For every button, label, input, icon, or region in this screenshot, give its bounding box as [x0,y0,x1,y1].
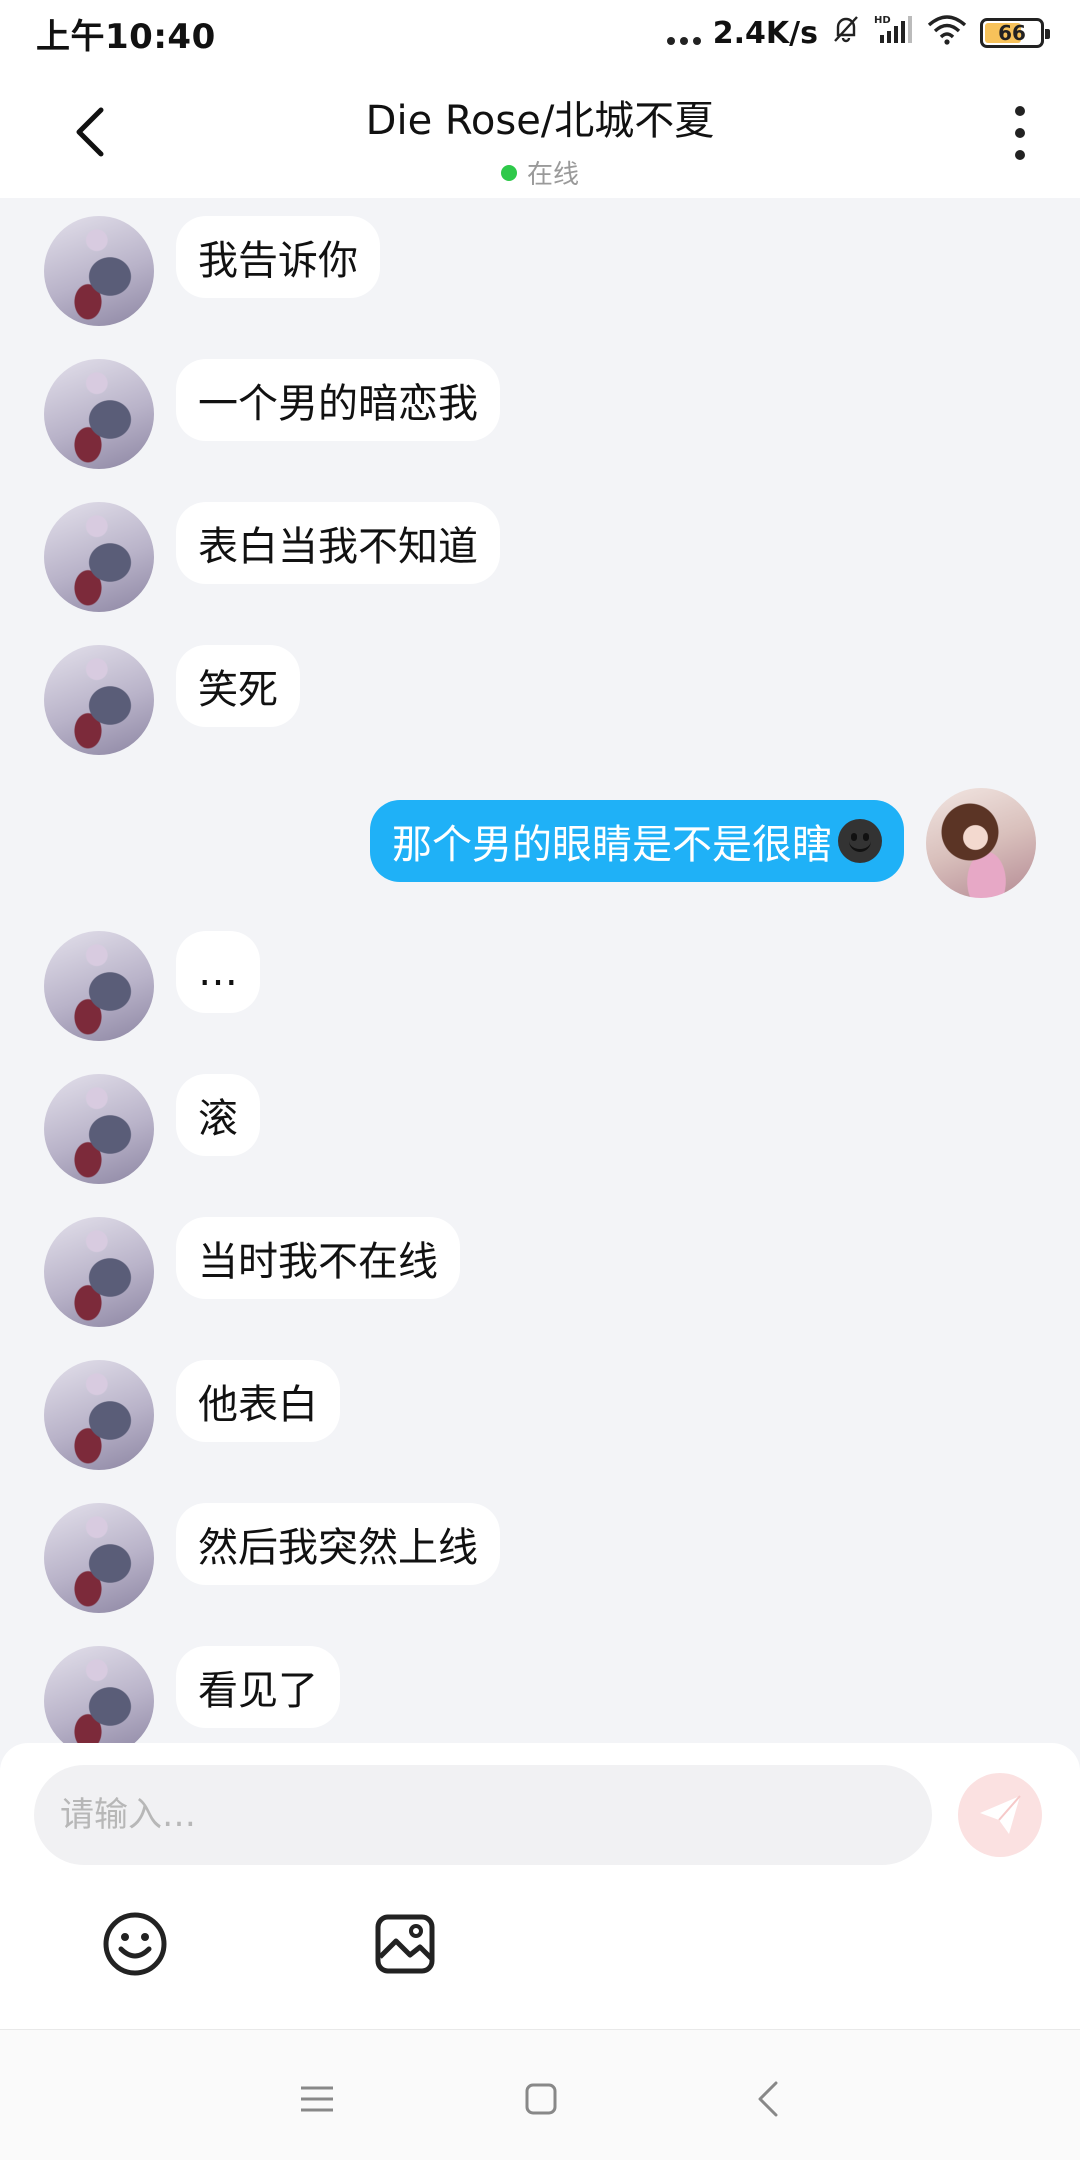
message-bubble[interactable]: 我告诉你 [176,216,380,298]
message-text: 那个男的眼睛是不是很瞎 [392,822,832,868]
more-dots-icon [666,21,701,45]
contact-avatar[interactable] [44,1217,154,1327]
home-square-icon [525,2083,557,2115]
contact-avatar[interactable] [44,1646,154,1743]
contact-avatar[interactable] [44,1074,154,1184]
emoji-button[interactable] [102,1911,168,1977]
message-composer [0,1743,1080,2029]
svg-text:HD: HD [874,15,891,26]
status-bar: 上午10:40 2.4K/s HD 66 [0,0,1080,66]
message-row: 我告诉你 [0,216,1080,326]
online-dot-icon [500,164,517,181]
message-row: 当时我不在线 [0,1217,1080,1327]
chat-title: Die Rose/北城不夏 [365,98,715,144]
status-indicators: 2.4K/s HD 66 [666,13,1050,53]
message-row: 看见了 [0,1646,1080,1743]
recent-apps-button[interactable] [292,2074,342,2124]
contact-avatar[interactable] [44,216,154,326]
contact-avatar[interactable] [44,502,154,612]
status-time: 上午10:40 [36,16,216,57]
home-button[interactable] [516,2074,566,2124]
system-nav-bar [0,2029,1080,2160]
online-status-text: 在线 [526,160,579,190]
message-row: 他表白 [0,1360,1080,1470]
back-chevron-icon [758,2081,778,2117]
message-bubble[interactable]: 然后我突然上线 [176,1503,500,1585]
message-list[interactable]: 我告诉你 一个男的暗恋我 表白当我不知道 笑死 那个男的眼睛是不是很瞎 … 滚 … [0,198,1080,1743]
image-icon [375,1914,435,1974]
message-bubble[interactable]: … [176,931,260,1013]
message-bubble[interactable]: 滚 [176,1074,260,1156]
message-input[interactable] [34,1765,932,1865]
emoji-icon [103,1912,167,1976]
message-bubble[interactable]: 表白当我不知道 [176,502,500,584]
message-bubble[interactable]: 看见了 [176,1646,340,1728]
message-row: … [0,931,1080,1041]
message-row: 表白当我不知道 [0,502,1080,612]
online-status: 在线 [0,154,1080,191]
mute-bell-icon [830,13,862,53]
message-bubble-self[interactable]: 那个男的眼睛是不是很瞎 [370,800,904,882]
image-button[interactable] [372,1911,438,1977]
paper-plane-icon [980,1795,1021,1834]
message-bubble[interactable]: 一个男的暗恋我 [176,359,500,441]
message-bubble[interactable]: 他表白 [176,1360,340,1442]
menu-icon [301,2086,333,2112]
system-back-button[interactable] [743,2074,793,2124]
contact-avatar[interactable] [44,645,154,755]
contact-avatar[interactable] [44,1503,154,1613]
send-button[interactable] [958,1773,1042,1857]
hd-signal-icon: HD [874,13,914,53]
message-bubble[interactable]: 笑死 [176,645,300,727]
user-avatar[interactable] [926,788,1036,898]
more-options-button[interactable] [1000,106,1040,160]
message-row: 一个男的暗恋我 [0,359,1080,469]
network-speed: 2.4K/s [712,15,818,51]
battery-icon: 66 [980,18,1050,48]
message-row: 滚 [0,1074,1080,1184]
contact-avatar[interactable] [44,1360,154,1470]
chat-header: Die Rose/北城不夏 在线 [0,66,1080,198]
more-vertical-icon [1015,106,1025,116]
title-block: Die Rose/北城不夏 在线 [0,88,1080,191]
wifi-icon [926,13,968,53]
contact-avatar[interactable] [44,931,154,1041]
message-row: 然后我突然上线 [0,1503,1080,1613]
message-row-self: 那个男的眼睛是不是很瞎 [0,788,1080,898]
dark-smiley-emoji-icon [838,819,882,863]
message-row: 笑死 [0,645,1080,755]
message-bubble[interactable]: 当时我不在线 [176,1217,460,1299]
contact-avatar[interactable] [44,359,154,469]
